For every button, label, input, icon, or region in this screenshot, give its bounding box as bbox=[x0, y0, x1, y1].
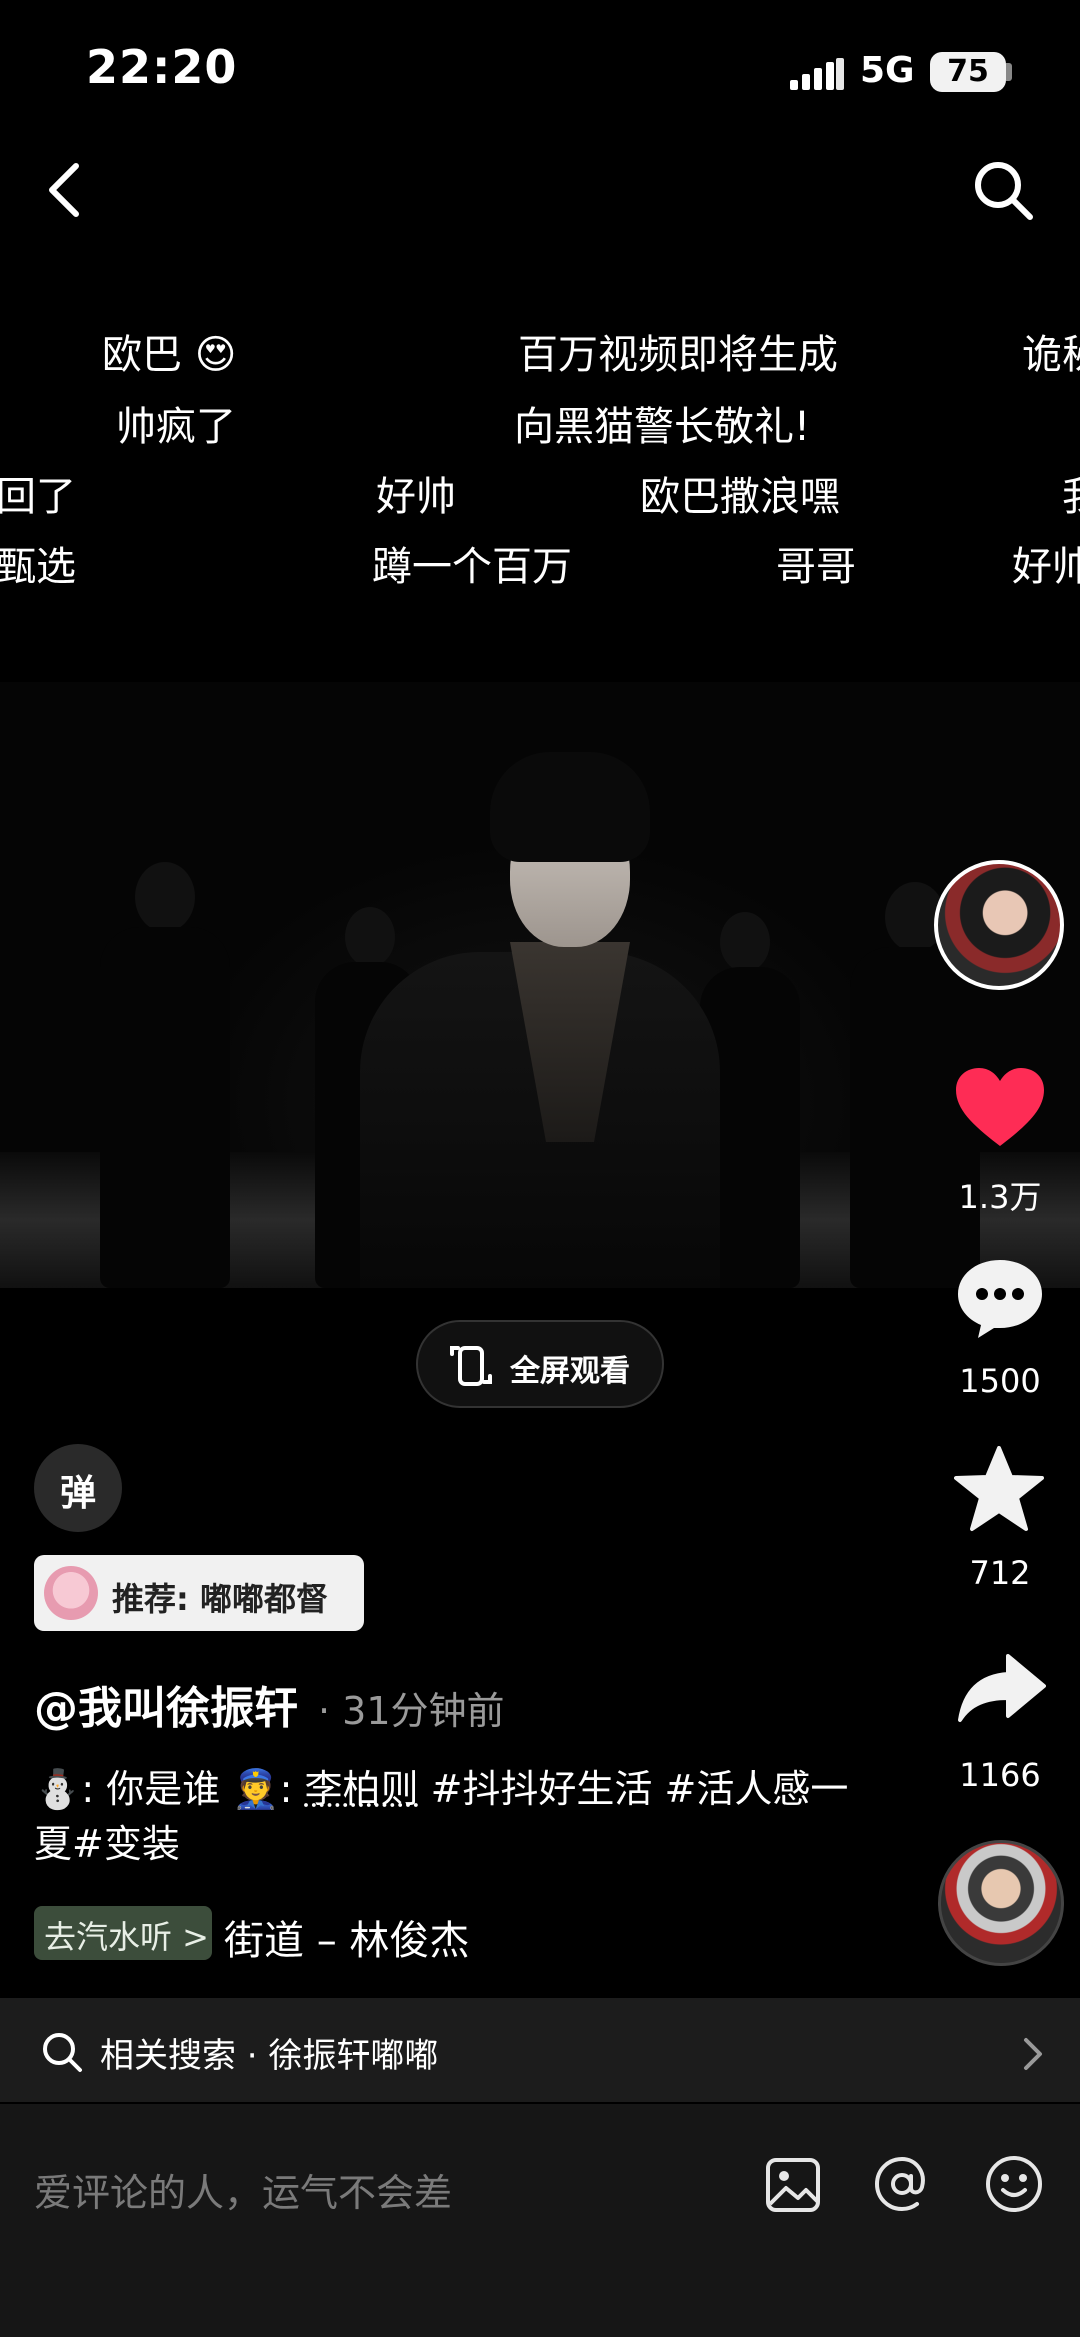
back-icon[interactable] bbox=[40, 160, 90, 220]
danmaku-toggle-label: 弹 bbox=[59, 1473, 96, 1514]
chevron-right-icon bbox=[1024, 2038, 1042, 2070]
fullscreen-label: 全屏观看 bbox=[510, 1354, 630, 1389]
danmaku-item: 帅疯了 bbox=[116, 404, 236, 450]
search-icon[interactable] bbox=[968, 155, 1038, 225]
danmaku-item: 蹲一个百万 bbox=[372, 544, 572, 590]
heart-eyes-emoji-icon: 😍 bbox=[182, 332, 237, 378]
background-figure-head bbox=[135, 862, 195, 932]
background-figure-head bbox=[345, 907, 395, 967]
mention-link[interactable]: 李柏则 bbox=[304, 1767, 418, 1811]
danmaku-item: 好帅 bbox=[376, 474, 456, 520]
network-type: 5G bbox=[860, 50, 915, 91]
danmaku-item: 欧巴撒浪嘿 bbox=[640, 474, 840, 520]
battery-nub bbox=[1006, 63, 1012, 81]
danmaku-item: 诡秘 bbox=[1022, 332, 1080, 378]
danmaku-item: 向黑猫警长敬礼! bbox=[514, 404, 811, 450]
danmaku-item: 甄选 bbox=[0, 544, 76, 590]
favorite-count: 712 bbox=[969, 1554, 1031, 1592]
search-icon bbox=[43, 2033, 82, 2072]
status-time: 22:20 bbox=[86, 40, 238, 94]
danmaku-item: 百万视频即将生成 bbox=[518, 332, 838, 378]
like-count: 1.3万 bbox=[958, 1178, 1042, 1216]
share-icon[interactable] bbox=[958, 1652, 1046, 1724]
heart-icon[interactable] bbox=[954, 1066, 1046, 1150]
danmaku-item: 回了 bbox=[0, 474, 76, 520]
signal-icon bbox=[790, 58, 844, 90]
share-count: 1166 bbox=[959, 1756, 1041, 1794]
music-app-label: 去汽水听 > bbox=[44, 1918, 209, 1956]
background-figure bbox=[100, 927, 230, 1288]
recommend-label: 推荐: 嘟嘟都督 bbox=[112, 1580, 328, 1618]
related-search-label: 相关搜索 · 徐振轩嘟嘟 bbox=[100, 2036, 439, 2076]
mention-icon[interactable] bbox=[872, 2154, 932, 2214]
comment-bar bbox=[0, 2104, 1080, 2337]
battery-indicator: 75 bbox=[930, 52, 1006, 92]
comment-count: 1500 bbox=[959, 1362, 1041, 1400]
comment-icon[interactable] bbox=[954, 1256, 1046, 1342]
background-figure-head bbox=[720, 912, 770, 972]
video-description: ⛄: 你是谁 👮: 李柏则 #抖抖好生活 #活人感一夏#变装 bbox=[34, 1762, 854, 1872]
author-avatar[interactable] bbox=[934, 860, 1064, 990]
main-figure-hair bbox=[490, 752, 650, 862]
music-disc-avatar[interactable] bbox=[938, 1840, 1064, 1966]
music-title[interactable]: 街道 – 林俊杰 bbox=[224, 1908, 469, 1966]
author-name[interactable]: @我叫徐振轩 bbox=[34, 1672, 298, 1736]
danmaku-item: 好帅 bbox=[1012, 544, 1080, 590]
recommend-avatar bbox=[44, 1566, 98, 1620]
comment-input[interactable]: 爱评论的人，运气不会差 bbox=[34, 2162, 452, 2217]
danmaku-item: 我 bbox=[1062, 464, 1080, 522]
emoji-icon[interactable] bbox=[984, 2154, 1044, 2214]
rotate-screen-icon bbox=[450, 1346, 492, 1386]
danmaku-item: 哥哥 bbox=[776, 544, 856, 590]
danmaku-item: 欧巴 😍 bbox=[102, 332, 237, 378]
video-player[interactable] bbox=[0, 682, 1080, 1288]
description-text: ⛄: 你是谁 👮: bbox=[34, 1767, 305, 1811]
star-icon[interactable] bbox=[954, 1446, 1044, 1532]
post-time: · 31分钟前 bbox=[318, 1689, 505, 1733]
image-icon[interactable] bbox=[764, 2156, 822, 2214]
